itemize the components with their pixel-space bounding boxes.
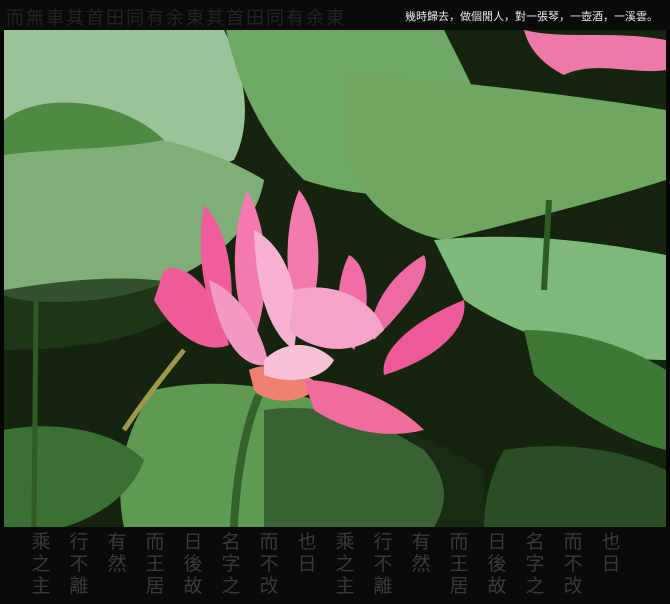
calligraphy-column: 也日 [297, 531, 317, 575]
calligraphy-column: 行不離 [373, 531, 393, 597]
calligraphy-column: 乘之主 [335, 531, 355, 597]
calligraphy-column: 而不改 [259, 531, 279, 597]
calligraphy-column: 名字之 [525, 531, 545, 597]
poem-caption: 幾時歸去，做個閒人，對一張琴，一壺酒，一溪雲。 [405, 10, 658, 23]
lotus-photo [4, 30, 666, 527]
calligraphy-column: 也日 [601, 531, 621, 575]
calligraphy-column: 乘之主 [31, 531, 51, 597]
calligraphy-column: 而王居 [449, 531, 469, 597]
calligraphy-column: 而不改 [563, 531, 583, 597]
bottom-strip: 乘之主 行不離 有然 而王居 日後故 名字之 而不改 也日 乘之主 行不離 有然… [0, 527, 670, 604]
calligraphy-column: 日後故 [487, 531, 507, 597]
calligraphy-column: 名字之 [221, 531, 241, 597]
calligraphy-column: 有然 [411, 531, 431, 575]
seal-script-row: 而無車其首田同有余東其首田同有余東 [6, 8, 346, 26]
photo-frame: 而無車其首田同有余東其首田同有余東 幾時歸去，做個閒人，對一張琴，一壺酒，一溪雲… [0, 0, 670, 604]
calligraphy-column: 而王居 [145, 531, 165, 597]
calligraphy-column: 行不離 [69, 531, 89, 597]
top-strip: 而無車其首田同有余東其首田同有余東 幾時歸去，做個閒人，對一張琴，一壺酒，一溪雲… [0, 0, 670, 30]
calligraphy-column: 日後故 [183, 531, 203, 597]
calligraphy-row: 乘之主 行不離 有然 而王居 日後故 名字之 而不改 也日 乘之主 行不離 有然… [30, 531, 622, 597]
calligraphy-column: 有然 [107, 531, 127, 575]
